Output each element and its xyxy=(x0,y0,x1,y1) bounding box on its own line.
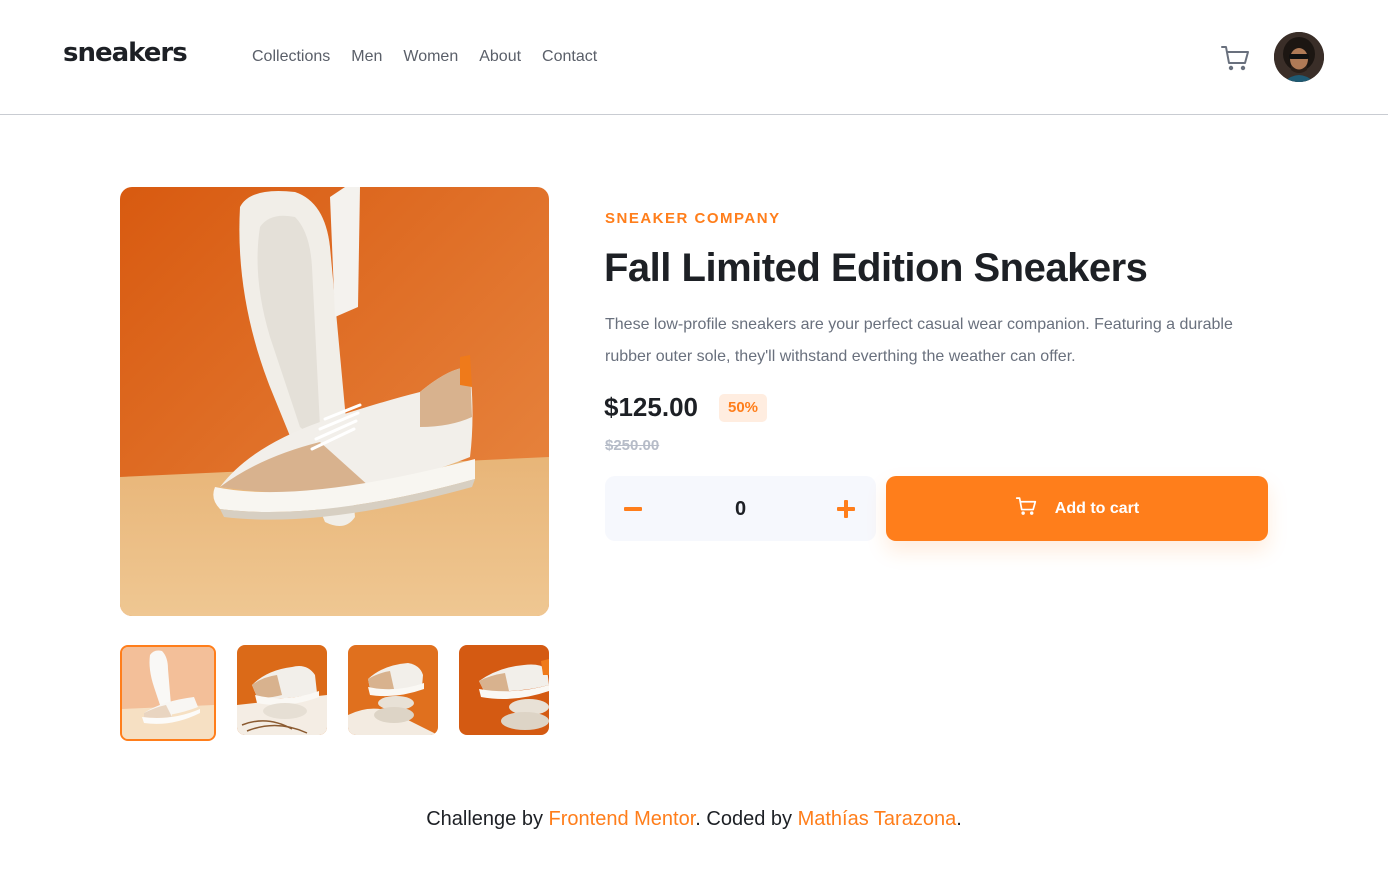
minus-icon[interactable] xyxy=(621,496,647,522)
current-price: $125.00 xyxy=(604,392,698,422)
plus-icon[interactable] xyxy=(833,496,859,522)
logo[interactable]: sneakers xyxy=(63,38,188,68)
user-avatar[interactable] xyxy=(1274,32,1324,82)
site-header: sneakers Collections Men Women About Con… xyxy=(0,0,1388,115)
cart-icon xyxy=(1015,496,1037,521)
company-name: SNEAKER COMPANY xyxy=(605,210,781,227)
product-main-image[interactable] xyxy=(120,187,549,616)
thumbnail-4[interactable] xyxy=(459,645,549,735)
frontend-mentor-link[interactable]: Frontend Mentor xyxy=(549,808,696,830)
nav-men[interactable]: Men xyxy=(351,47,382,67)
footer-middle: . Coded by xyxy=(695,808,793,830)
cart-icon[interactable] xyxy=(1220,44,1250,72)
add-to-cart-label: Add to cart xyxy=(1054,499,1140,517)
footer-prefix: Challenge by xyxy=(426,808,543,830)
quantity-stepper: 0 xyxy=(605,476,876,541)
attribution-footer: Challenge by Frontend Mentor. Coded by M… xyxy=(0,808,1388,831)
thumbnail-2[interactable] xyxy=(237,645,327,735)
author-link[interactable]: Mathías Tarazona xyxy=(798,808,957,830)
thumbnail-3[interactable] xyxy=(348,645,438,735)
add-to-cart-button[interactable]: Add to cart xyxy=(886,476,1268,541)
footer-suffix: . xyxy=(956,808,962,830)
main-nav: Collections Men Women About Contact xyxy=(252,47,618,67)
discount-badge: 50% xyxy=(719,394,767,422)
quantity-value: 0 xyxy=(734,498,747,520)
nav-contact[interactable]: Contact xyxy=(542,47,597,67)
nav-collections[interactable]: Collections xyxy=(252,47,330,67)
product-description: These low-profile sneakers are your perf… xyxy=(605,316,1233,365)
product-title: Fall Limited Edition Sneakers xyxy=(604,246,1148,290)
nav-about[interactable]: About xyxy=(479,47,521,67)
nav-women[interactable]: Women xyxy=(403,47,458,67)
original-price: $250.00 xyxy=(605,437,660,454)
thumbnail-1[interactable] xyxy=(120,645,216,741)
